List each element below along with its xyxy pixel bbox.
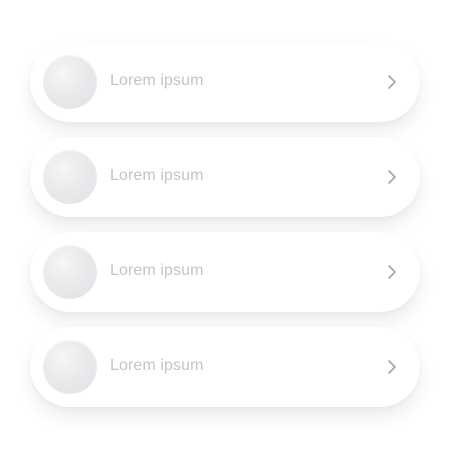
list-item-label: Lorem ipsum — [110, 167, 204, 184]
list-item[interactable]: Lorem ipsum — [30, 137, 420, 217]
menu-list: Lorem ipsum Lorem ipsum Lorem ipsum Lore… — [30, 42, 420, 422]
chevron-right-icon[interactable] — [386, 73, 398, 91]
avatar — [43, 55, 97, 109]
avatar — [43, 150, 97, 204]
chevron-right-icon[interactable] — [386, 263, 398, 281]
chevron-right-icon[interactable] — [386, 168, 398, 186]
list-item-label: Lorem ipsum — [110, 262, 204, 279]
list-item[interactable]: Lorem ipsum — [30, 232, 420, 312]
list-item[interactable]: Lorem ipsum — [30, 42, 420, 122]
chevron-right-icon[interactable] — [386, 358, 398, 376]
list-item-label: Lorem ipsum — [110, 72, 204, 89]
avatar — [43, 245, 97, 299]
list-item[interactable]: Lorem ipsum — [30, 327, 420, 407]
list-item-label: Lorem ipsum — [110, 357, 204, 374]
avatar — [43, 340, 97, 394]
